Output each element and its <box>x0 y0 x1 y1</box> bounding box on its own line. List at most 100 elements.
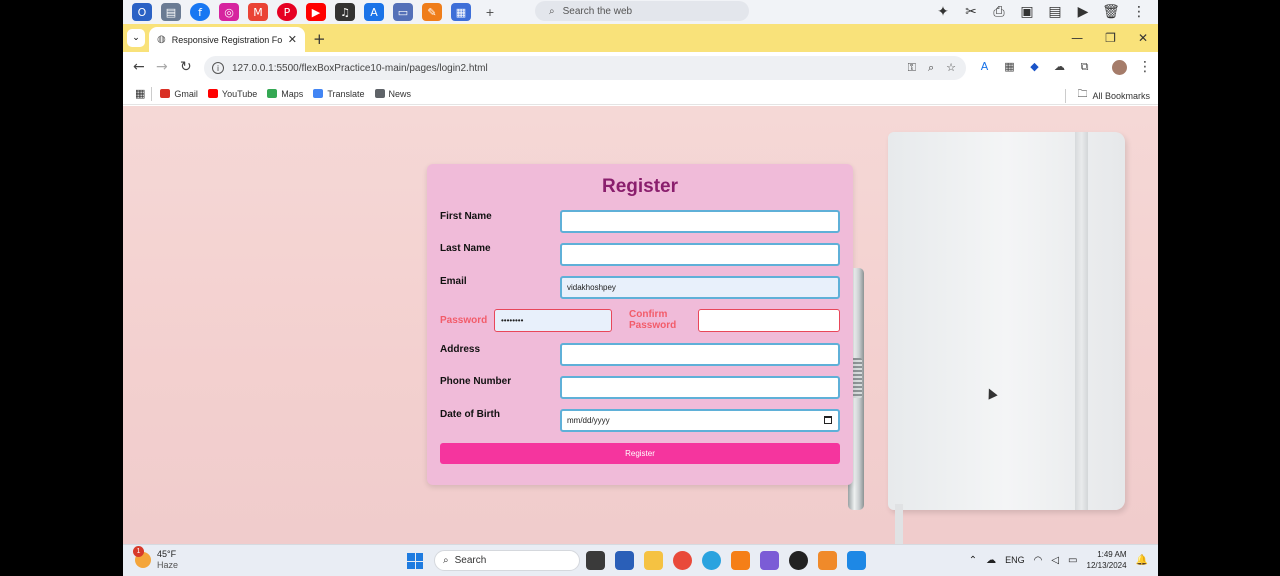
bookmark-star-icon[interactable]: ☆ <box>946 61 956 75</box>
phone-number-input[interactable] <box>560 376 840 399</box>
tab-registration-form[interactable]: ◍ Responsive Registration Form ✕ <box>149 27 305 52</box>
network-drive-icon[interactable]: ☁ <box>986 555 996 566</box>
folder-icon: 🗀 <box>1077 89 1088 100</box>
confirm-password-label: Confirm Password <box>629 309 677 331</box>
store-icon[interactable] <box>615 551 634 570</box>
file-explorer-icon[interactable] <box>644 551 663 570</box>
weather-widget[interactable]: 1 45°F Haze <box>133 546 178 571</box>
translate-icon[interactable]: A <box>364 3 384 21</box>
volume-icon[interactable]: ◁ <box>1051 555 1059 566</box>
last-name-input[interactable] <box>560 243 840 266</box>
battery-icon[interactable]: ▭ <box>1068 555 1077 566</box>
system-tray: ⌃ ☁ ENG ◠ ◁ ▭ 1:49 AM 12/13/2024 🔔 <box>969 549 1148 571</box>
chevron-up-icon[interactable]: ⌃ <box>969 555 977 566</box>
music-icon[interactable]: ♫ <box>335 3 355 21</box>
github-icon[interactable] <box>789 551 808 570</box>
xampp-icon[interactable] <box>731 551 750 570</box>
pinterest-icon[interactable]: P <box>277 3 297 21</box>
more-icon[interactable]: ⋮ <box>1130 3 1148 21</box>
clipboard-icon[interactable]: ▤ <box>1046 3 1064 21</box>
email-input[interactable]: vidakhoshpey <box>560 276 840 299</box>
address-bar-icons: ⚿ ⌕ ☆ <box>908 61 956 75</box>
form-title: Register <box>601 176 679 197</box>
back-icon[interactable]: ← <box>133 59 145 75</box>
profile-avatar[interactable] <box>1112 60 1127 75</box>
bookmark-maps[interactable]: Maps <box>267 89 303 99</box>
first-name-input[interactable] <box>560 210 840 233</box>
web-search-box[interactable]: ⌕ Search the web <box>535 1 749 21</box>
tv-icon[interactable]: ▭ <box>393 3 413 21</box>
address-bar[interactable]: i 127.0.0.1:5500/flexBoxPractice10-main/… <box>204 56 966 80</box>
minimize-icon[interactable]: — <box>1071 31 1083 45</box>
puzzle-icon[interactable]: ⧉ <box>1078 60 1091 74</box>
task-view-icon[interactable] <box>586 551 605 570</box>
password-input[interactable]: •••••••• <box>494 309 612 332</box>
video-icon[interactable]: ▣ <box>1018 3 1036 21</box>
bookmark-translate[interactable]: Translate <box>313 89 365 99</box>
play-icon[interactable]: ▶ <box>1074 3 1092 21</box>
outlook-icon[interactable]: O <box>132 3 152 21</box>
bookmark-gmail[interactable]: Gmail <box>160 89 198 99</box>
facebook-icon[interactable]: f <box>190 3 210 21</box>
browser-menu-icon[interactable]: ⋮ <box>1138 59 1152 75</box>
address-input[interactable] <box>560 343 840 366</box>
language-indicator[interactable]: ENG <box>1005 555 1025 565</box>
youtube-bookmark-icon <box>207 89 218 98</box>
windows-taskbar: 1 45°F Haze ⌕ Search ⌃ ☁ ENG ◠ ◁ ▭ 1:49 … <box>123 544 1158 576</box>
calendar-icon[interactable] <box>824 416 832 424</box>
trash-icon[interactable]: 🗑 <box>1102 3 1120 21</box>
restore-icon[interactable]: ❐ <box>1105 31 1116 45</box>
clock[interactable]: 1:49 AM 12/13/2024 <box>1087 549 1127 571</box>
cloud-icon[interactable]: ☁ <box>1053 60 1066 74</box>
copilot-icon[interactable]: ✦ <box>934 3 952 21</box>
address-label: Address <box>440 344 481 355</box>
notebook-image <box>888 132 1125 510</box>
taskbar-apps <box>586 551 866 570</box>
tab-search-button[interactable]: ⌄ <box>127 29 145 47</box>
notification-bell-icon[interactable]: 🔔 <box>1136 555 1148 566</box>
telegram-icon[interactable] <box>702 551 721 570</box>
youtube-icon[interactable]: ▶ <box>306 3 326 21</box>
shield-icon[interactable]: ◆ <box>1028 60 1041 74</box>
wifi-icon[interactable]: ◠ <box>1034 555 1043 566</box>
weather-sun-icon: 1 <box>133 546 151 568</box>
apps-icon[interactable]: ▦ <box>135 87 145 100</box>
vscode-icon[interactable] <box>847 551 866 570</box>
navigation-bar: ← → ↻ i 127.0.0.1:5500/flexBoxPractice10… <box>123 52 1158 83</box>
date-of-birth-input[interactable]: mm/dd/yyyy <box>560 409 840 432</box>
register-button[interactable]: Register <box>440 443 840 464</box>
date-placeholder: mm/dd/yyyy <box>567 416 610 425</box>
apps-grid-icon[interactable]: ▦ <box>451 3 471 21</box>
start-button[interactable] <box>407 553 423 569</box>
carrot-icon[interactable]: ✎ <box>422 3 442 21</box>
new-tab-button[interactable]: + <box>313 30 326 48</box>
extension-icon[interactable]: ▦ <box>1003 60 1016 74</box>
password-value: •••••••• <box>501 316 524 325</box>
all-bookmarks-button[interactable]: 🗀 All Bookmarks <box>1065 87 1150 104</box>
maps-bookmark-icon <box>267 89 278 98</box>
copilot-app-icon[interactable] <box>760 551 779 570</box>
forward-icon[interactable]: → <box>156 59 168 75</box>
screen: O ▤ f ◎ M P ▶ ♫ A ▭ ✎ ▦ + ⌕ Search the w… <box>123 0 1158 576</box>
print-icon[interactable]: ⎙ <box>990 3 1008 21</box>
taskbar-search[interactable]: ⌕ Search <box>434 550 580 571</box>
close-tab-icon[interactable]: ✕ <box>288 33 297 46</box>
scissors-icon[interactable]: ✂ <box>962 3 980 21</box>
email-value: vidakhoshpey <box>567 283 616 292</box>
add-app-icon[interactable]: + <box>480 3 500 21</box>
translate-extension-icon[interactable]: A <box>978 60 991 74</box>
globe-icon: ◍ <box>157 34 166 45</box>
gmail-icon[interactable]: M <box>248 3 268 21</box>
zoom-icon[interactable]: ⌕ <box>928 61 934 75</box>
bookmark-news[interactable]: News <box>374 89 411 99</box>
password-key-icon[interactable]: ⚿ <box>908 61 916 75</box>
site-info-icon[interactable]: i <box>212 62 224 74</box>
close-window-icon[interactable]: ✕ <box>1138 31 1148 45</box>
confirm-password-input[interactable] <box>698 309 840 332</box>
bookmark-youtube[interactable]: YouTube <box>207 89 257 99</box>
notes-icon[interactable]: ▤ <box>161 3 181 21</box>
chrome-icon[interactable] <box>673 551 692 570</box>
instagram-icon[interactable]: ◎ <box>219 3 239 21</box>
sublime-icon[interactable] <box>818 551 837 570</box>
reload-icon[interactable]: ↻ <box>180 59 192 75</box>
